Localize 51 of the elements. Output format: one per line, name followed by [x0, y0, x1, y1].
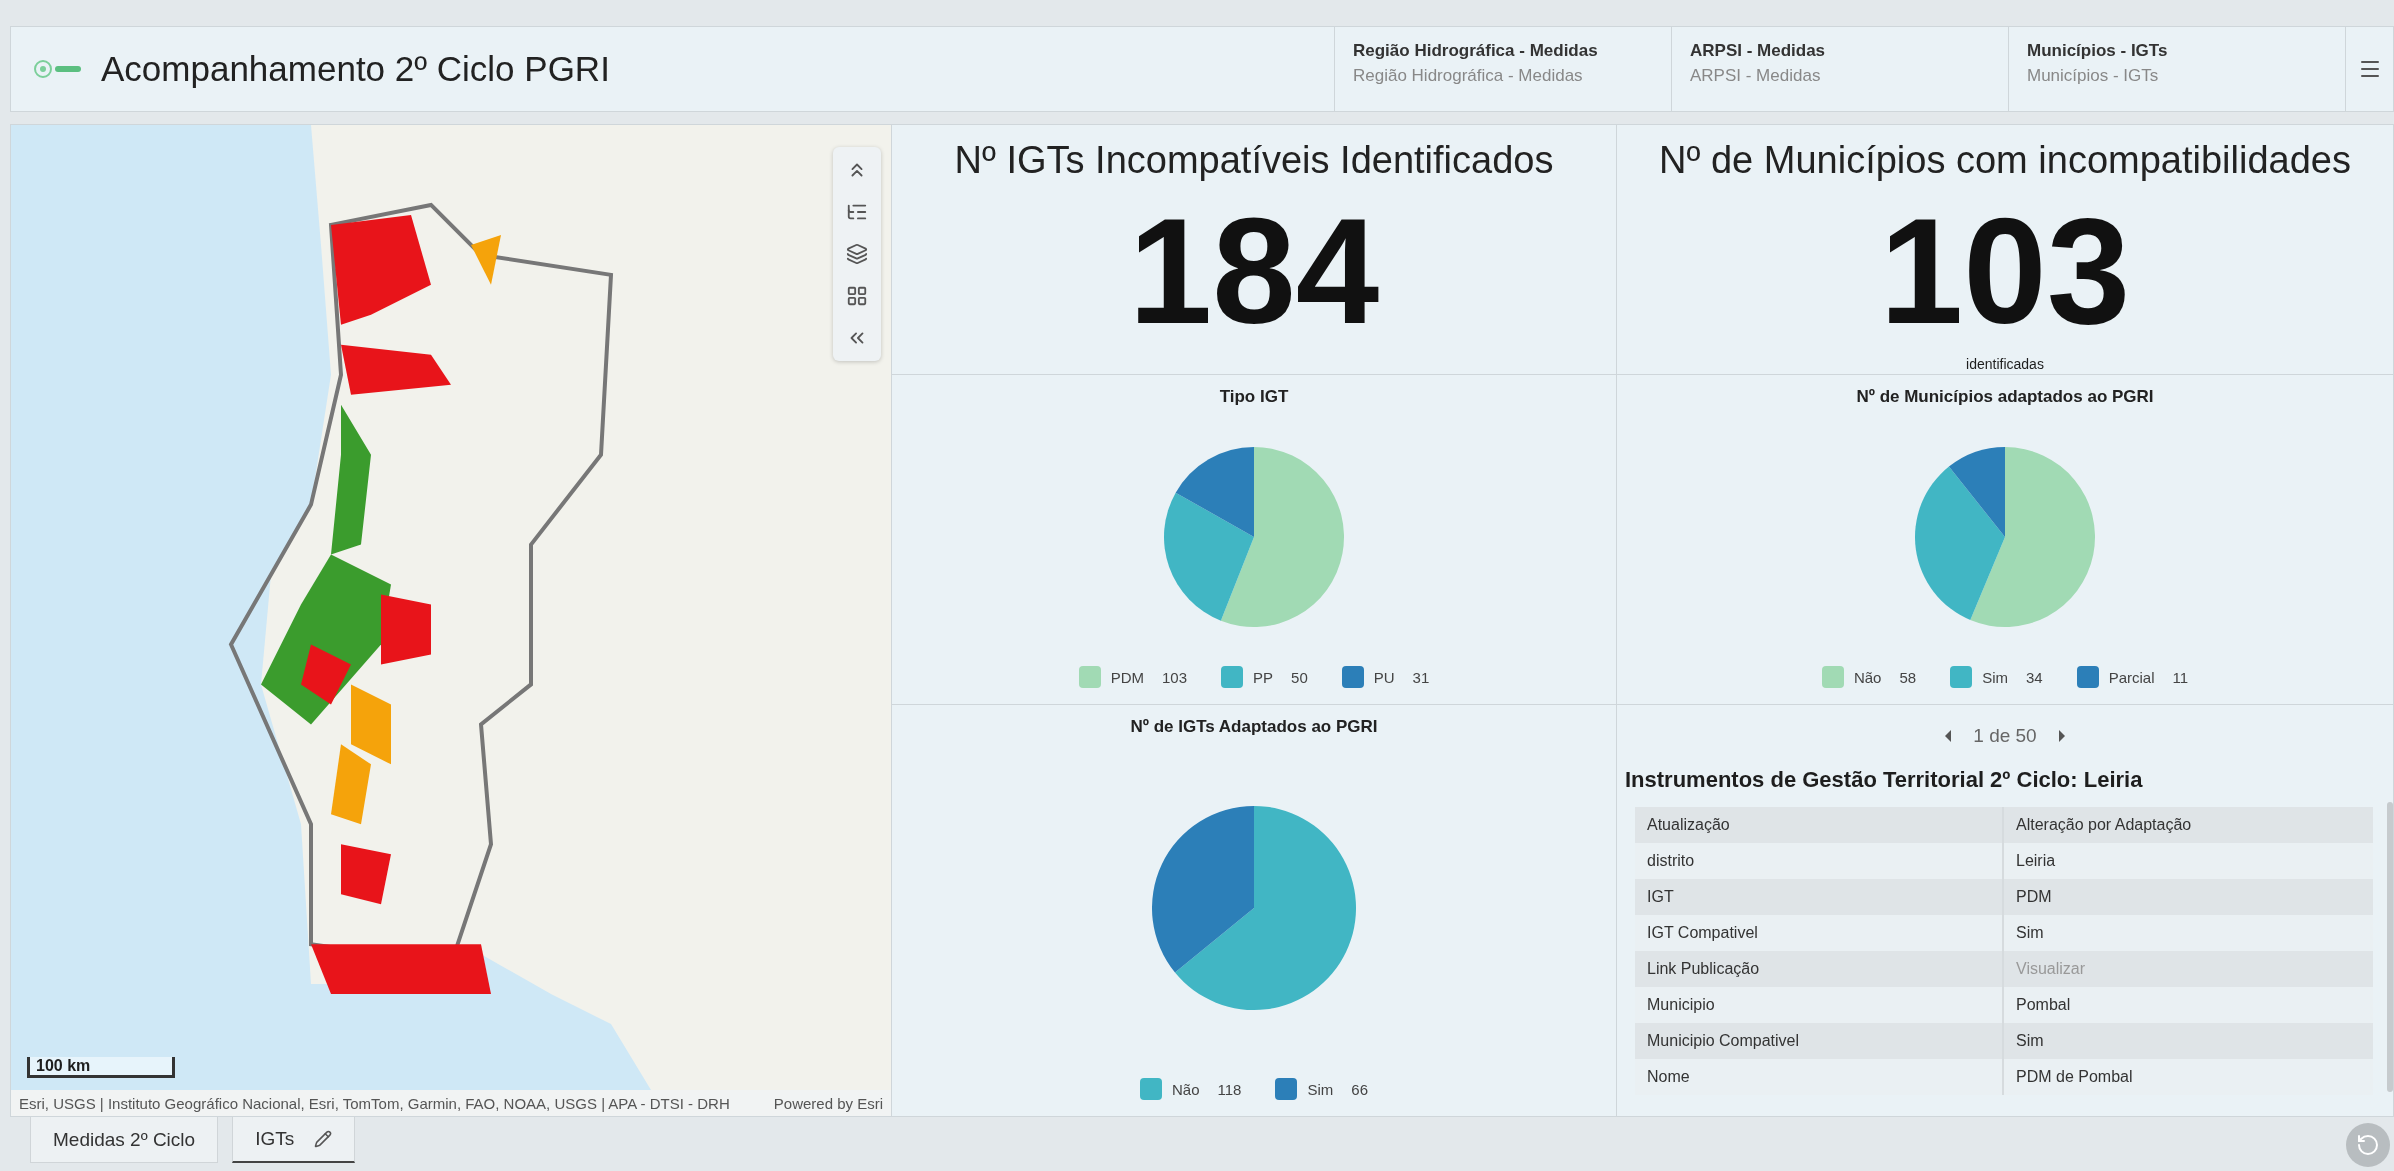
- chart-title: Nº de Municípios adaptados ao PGRI: [1856, 387, 2154, 407]
- pager-text: 1 de 50: [1973, 725, 2037, 747]
- kpi-title: Nº de Municípios com incompatibilidades: [1659, 139, 2351, 182]
- chart-title: Nº de IGTs Adaptados ao PGRI: [1130, 717, 1378, 737]
- legend-label: Não: [1853, 668, 1882, 686]
- map-attribution: Esri, USGS | Instituto Geográfico Nacional, Esri, TomTom, Garmin, FAO, NOAA, USGS | APA - DTSI - DRH: [19, 1094, 730, 1112]
- field-value: Sim: [2015, 923, 2045, 943]
- scrollbar-thumb[interactable]: [2387, 802, 2393, 1092]
- legend-label: Sim: [1982, 668, 2008, 686]
- legend-label: Não: [1172, 1080, 1200, 1098]
- field-value: Alteração por Adaptação: [2015, 815, 2193, 835]
- details-title: Instrumentos de Gestão Territorial 2º Ciclo: Leiria: [1625, 767, 2144, 793]
- layers-icon: [846, 243, 868, 265]
- nav-link[interactable]: Municípios - IGTs Municípios - IGTs: [2008, 27, 2345, 111]
- kpi-caption: identificadas: [1966, 356, 2044, 372]
- logo-icon: [33, 58, 83, 80]
- field-value: Pombal: [2015, 995, 2072, 1015]
- field-value: PDM de Pombal: [2015, 1067, 2134, 1087]
- powered-by-text: Powered by Esri: [773, 1094, 883, 1112]
- scale-bar: 100 km: [27, 1057, 175, 1078]
- kpi-value: 103: [1879, 196, 2131, 346]
- legend-label: PDM: [1110, 668, 1145, 686]
- page-tab[interactable]: IGTs: [232, 1117, 356, 1163]
- field-name: Nome: [1635, 1059, 2004, 1095]
- nav-link[interactable]: ARPSI - Medidas ARPSI - Medidas: [1671, 27, 2008, 111]
- legend-count: 103: [1162, 668, 1188, 686]
- page-tab[interactable]: Medidas 2º Ciclo: [30, 1117, 219, 1163]
- legend-count: 58: [1899, 668, 1917, 686]
- field-value: PDM: [2015, 887, 2053, 907]
- pencil-icon[interactable]: [314, 1130, 333, 1148]
- legend-count: 34: [2025, 668, 2043, 686]
- field-value: Sim: [2015, 1031, 2045, 1051]
- legend-count: 50: [1291, 668, 1308, 686]
- legend-label: PU: [1373, 668, 1395, 686]
- legend-count: 11: [2172, 668, 2189, 686]
- next-button[interactable]: [2056, 729, 2067, 743]
- app-title: Acompanhamento 2º Ciclo PGRI: [101, 49, 610, 89]
- kpi-value: 184: [1128, 196, 1380, 346]
- kpi-title: Nº IGTs Incompatíveis Identificados: [954, 139, 1554, 182]
- field-value: Leiria: [2015, 851, 2057, 871]
- chart-title: Tipo IGT: [1219, 387, 1289, 407]
- nav-link[interactable]: Região Hidrográfica - Medidas Região Hidrográfica - Medidas: [1334, 27, 1671, 111]
- previous-button[interactable]: [1943, 729, 1954, 743]
- legend-label: Parcial: [2108, 668, 2155, 686]
- legend-count: 31: [1412, 668, 1430, 686]
- refresh-icon: [2356, 1133, 2380, 1157]
- legend-count: 118: [1217, 1080, 1242, 1098]
- grid-icon: [846, 285, 868, 307]
- legend-label: Sim: [1307, 1080, 1334, 1098]
- legend-label: PP: [1253, 668, 1274, 686]
- legend-count: 66: [1351, 1080, 1368, 1098]
